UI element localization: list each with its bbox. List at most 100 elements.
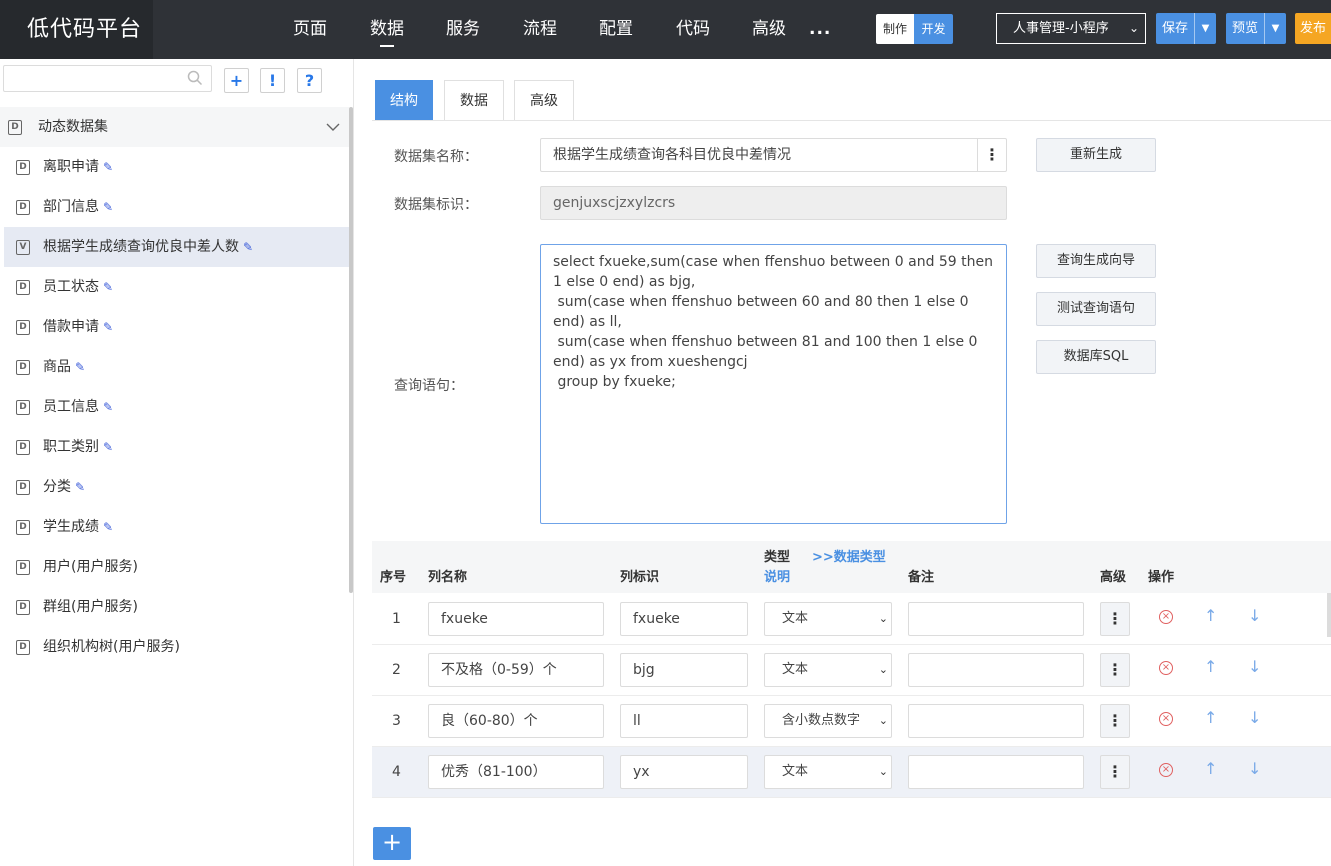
more-vertical-icon[interactable]: ⋮ (1100, 653, 1130, 687)
tree-item[interactable]: D 用户(用户服务) (4, 547, 349, 587)
arrow-down-icon[interactable]: ↓ (1248, 759, 1261, 778)
app-select[interactable]: 人事管理-小程序 ⌄ (996, 13, 1146, 44)
nav-config[interactable]: 配置 (599, 0, 633, 59)
delete-icon[interactable]: × (1159, 661, 1173, 675)
delete-icon[interactable]: × (1159, 712, 1173, 726)
column-name-input[interactable]: 不及格（0-59）个 (428, 653, 604, 687)
tree-item[interactable]: D 群组(用户服务) (4, 587, 349, 627)
test-query-button[interactable]: 测试查询语句 (1036, 292, 1156, 326)
column-type-select[interactable]: 文本 ⌄ (764, 602, 892, 636)
help-button[interactable]: ? (297, 68, 322, 93)
column-type-select[interactable]: 含小数点数字 ⌄ (764, 704, 892, 738)
column-id-input[interactable]: ll (620, 704, 748, 738)
tree-item[interactable]: D 组织机构树(用户服务) (4, 627, 349, 667)
pencil-icon[interactable]: ✎ (75, 467, 85, 507)
pencil-icon[interactable]: ✎ (75, 347, 85, 387)
arrow-up-icon[interactable]: ↑ (1204, 606, 1217, 625)
pencil-icon[interactable]: ✎ (103, 187, 113, 227)
alert-button[interactable]: ! (260, 68, 285, 93)
arrow-down-icon[interactable]: ↓ (1248, 708, 1261, 727)
arrow-down-icon[interactable]: ↓ (1248, 657, 1261, 676)
tree-item[interactable]: D 员工信息 ✎ (4, 387, 349, 427)
pencil-icon[interactable]: ✎ (103, 507, 113, 547)
delete-icon[interactable]: × (1159, 763, 1173, 777)
arrow-up-icon[interactable]: ↑ (1204, 759, 1217, 778)
column-name-input[interactable]: 优秀（81-100） (428, 755, 604, 789)
mode-dev-button[interactable]: 开发 (914, 14, 953, 44)
tree-item[interactable]: D 离职申请 ✎ (4, 147, 349, 187)
column-name-input[interactable]: fxueke (428, 602, 604, 636)
save-button[interactable]: 保存 (1156, 13, 1194, 44)
mode-toggle[interactable]: 制作 开发 (876, 14, 953, 44)
more-vertical-icon[interactable]: ⋮ (1100, 755, 1130, 789)
regenerate-button[interactable]: 重新生成 (1036, 138, 1156, 172)
arrow-up-icon[interactable]: ↑ (1204, 657, 1217, 676)
column-type-select[interactable]: 文本 ⌄ (764, 653, 892, 687)
tree-item[interactable]: D 商品 ✎ (4, 347, 349, 387)
query-textarea[interactable]: select fxueke,sum(case when ffenshuo bet… (540, 244, 1007, 524)
mode-make-button[interactable]: 制作 (876, 14, 914, 44)
query-wizard-button[interactable]: 查询生成向导 (1036, 244, 1156, 278)
nav-advanced[interactable]: 高级 (752, 0, 786, 59)
tree-item[interactable]: D 员工状态 ✎ (4, 267, 349, 307)
nav-pages[interactable]: 页面 (293, 0, 327, 59)
pencil-icon[interactable]: ✎ (243, 227, 253, 267)
column-name-input[interactable]: 良（60-80）个 (428, 704, 604, 738)
type-description-link[interactable]: 说明 (764, 566, 790, 585)
data-type-link[interactable]: >>数据类型 (812, 546, 886, 565)
remark-input[interactable] (908, 602, 1084, 636)
tree-item[interactable]: D 借款申请 ✎ (4, 307, 349, 347)
arrow-up-icon[interactable]: ↑ (1204, 708, 1217, 727)
tab-advanced[interactable]: 高级 (514, 80, 574, 121)
remark-input[interactable] (908, 704, 1084, 738)
database-sql-button[interactable]: 数据库SQL (1036, 340, 1156, 374)
add-button[interactable]: + (224, 68, 249, 93)
pencil-icon[interactable]: ✎ (103, 267, 113, 307)
sidebar: + ! ? D 动态数据集 D 离职申请 ✎ D 部门信息 ✎ V 根据学生成绩查询… (0, 59, 354, 866)
caret-down-icon[interactable]: ▼ (1194, 13, 1216, 44)
pencil-icon[interactable]: ✎ (103, 307, 113, 347)
column-type-select[interactable]: 文本 ⌄ (764, 755, 892, 789)
add-column-button[interactable]: + (373, 827, 411, 860)
pencil-icon[interactable]: ✎ (103, 427, 113, 467)
dataset-icon: D (16, 520, 30, 535)
column-id-input[interactable]: bjg (620, 653, 748, 687)
column-id-input[interactable]: yx (620, 755, 748, 789)
save-button-group[interactable]: 保存 ▼ (1156, 13, 1217, 44)
tree-item-selected[interactable]: V 根据学生成绩查询优良中差人数 ✎ (4, 227, 349, 267)
column-type-value: 含小数点数字 (782, 713, 861, 728)
nav-data[interactable]: 数据 (370, 0, 404, 59)
dataset-name-input[interactable]: 根据学生成绩查询各科目优良中差情况 ⋮ (540, 138, 1007, 172)
tree-group-header[interactable]: D 动态数据集 (0, 107, 349, 147)
table-scrollbar[interactable] (1327, 593, 1331, 637)
tab-structure[interactable]: 结构 (375, 80, 433, 121)
publish-button[interactable]: 发布 (1295, 13, 1331, 44)
pencil-icon[interactable]: ✎ (103, 387, 113, 427)
col-header-remark: 备注 (908, 570, 935, 585)
arrow-down-icon[interactable]: ↓ (1248, 606, 1261, 625)
more-vertical-icon[interactable]: ⋮ (1100, 602, 1130, 636)
delete-icon[interactable]: × (1159, 610, 1173, 624)
nav-flow[interactable]: 流程 (523, 0, 557, 59)
nav-services[interactable]: 服务 (446, 0, 480, 59)
remark-input[interactable] (908, 653, 1084, 687)
tree-item[interactable]: D 职工类别 ✎ (4, 427, 349, 467)
column-id-input[interactable]: fxueke (620, 602, 748, 636)
tree-item[interactable]: D 学生成绩 ✎ (4, 507, 349, 547)
nav-more[interactable]: ... (809, 0, 831, 59)
preview-button[interactable]: 预览 (1226, 13, 1264, 44)
tree-item-label: 根据学生成绩查询优良中差人数 (43, 239, 239, 255)
tab-data[interactable]: 数据 (444, 80, 504, 121)
caret-down-icon[interactable]: ▼ (1264, 13, 1286, 44)
remark-input[interactable] (908, 755, 1084, 789)
preview-button-group[interactable]: 预览 ▼ (1226, 13, 1287, 44)
nav-code[interactable]: 代码 (676, 0, 710, 59)
more-vertical-icon[interactable]: ⋮ (1100, 704, 1130, 738)
tree-item[interactable]: D 部门信息 ✎ (4, 187, 349, 227)
sidebar-scrollbar[interactable] (349, 107, 353, 593)
pencil-icon[interactable]: ✎ (103, 147, 113, 187)
search-input[interactable] (3, 65, 212, 92)
dataset-icon: D (16, 160, 30, 175)
more-vertical-icon[interactable]: ⋮ (977, 139, 1006, 171)
tree-item[interactable]: D 分类 ✎ (4, 467, 349, 507)
